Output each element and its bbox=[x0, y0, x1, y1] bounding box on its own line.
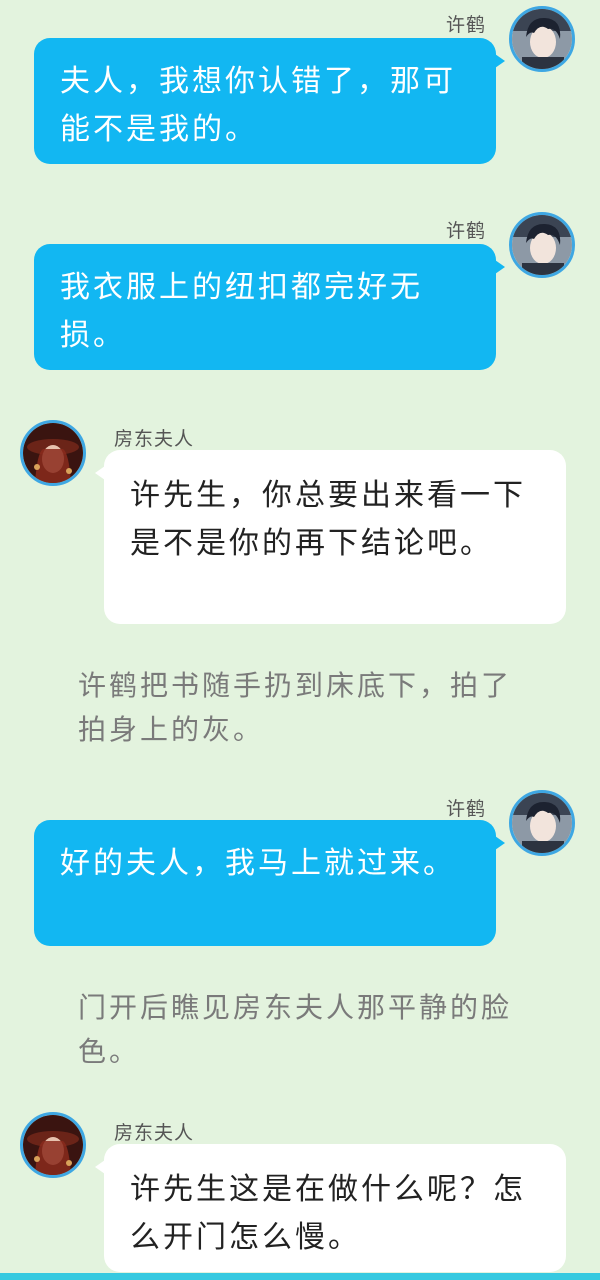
message-bubble: 好的夫人，我马上就过来。 bbox=[34, 820, 505, 946]
message-bubble: 夫人，我想你认错了，那可能不是我的。 bbox=[34, 38, 505, 164]
message-text: 许先生，你总要出来看一下是不是你的再下结论吧。 bbox=[130, 478, 526, 561]
female-avatar[interactable] bbox=[20, 1112, 86, 1178]
message-text: 许先生这是在做什么呢？怎么开门怎么慢。 bbox=[130, 1172, 526, 1255]
male-avatar[interactable] bbox=[509, 6, 575, 72]
sender-name: 房东夫人 bbox=[114, 428, 195, 450]
narration-text: 许鹤把书随手扔到床底下，拍了拍身上的灰。 bbox=[78, 669, 513, 746]
message-text: 好的夫人，我马上就过来。 bbox=[60, 846, 456, 881]
sender-name: 许鹤 bbox=[446, 220, 487, 242]
bottom-bar bbox=[0, 1273, 600, 1280]
message-text: 我衣服上的纽扣都完好无损。 bbox=[60, 270, 423, 353]
message-bubble: 我衣服上的纽扣都完好无损。 bbox=[34, 244, 505, 370]
sender-name: 许鹤 bbox=[446, 798, 487, 820]
message-bubble: 许先生，你总要出来看一下是不是你的再下结论吧。 bbox=[95, 450, 566, 624]
narration-text: 门开后瞧见房东夫人那平静的脸色。 bbox=[78, 991, 513, 1068]
chat-thread: 许鹤 夫人，我想你认错了，那可能不是我的。 许鹤 我衣服上的纽扣都完好无损。 房… bbox=[0, 0, 600, 1280]
sender-name: 许鹤 bbox=[446, 14, 487, 36]
male-avatar[interactable] bbox=[509, 212, 575, 278]
message-bubble: 许先生这是在做什么呢？怎么开门怎么慢。 bbox=[95, 1144, 566, 1272]
message-text: 夫人，我想你认错了，那可能不是我的。 bbox=[60, 64, 456, 147]
male-avatar[interactable] bbox=[509, 790, 575, 856]
sender-name: 房东夫人 bbox=[114, 1122, 195, 1144]
female-avatar[interactable] bbox=[20, 420, 86, 486]
